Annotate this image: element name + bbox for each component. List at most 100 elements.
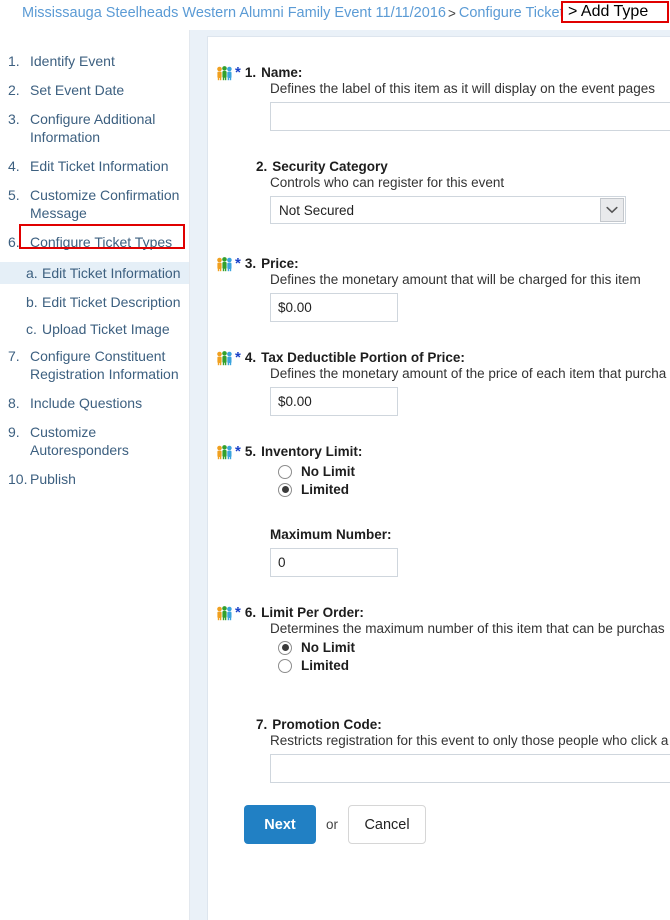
promotion-code-input[interactable] xyxy=(270,754,670,783)
limit-per-order-option-no-limit[interactable]: No Limit xyxy=(278,640,670,655)
sidebar-item-customize-autoresponders[interactable]: 9. Customize Autoresponders xyxy=(0,423,189,459)
field-label: Price: xyxy=(261,256,299,271)
radio-icon[interactable] xyxy=(278,464,292,479)
breadcrumb-separator: > xyxy=(447,5,456,21)
security-category-value: Not Secured xyxy=(279,202,355,218)
field-label: Name: xyxy=(261,65,303,80)
name-input[interactable] xyxy=(270,102,670,131)
radio-icon[interactable] xyxy=(278,658,292,673)
field-number: 4. xyxy=(244,350,257,365)
radio-label: Limited xyxy=(301,658,350,673)
field-description: Restricts registration for this event to… xyxy=(270,733,669,748)
field-description: Controls who can register for this event xyxy=(270,175,505,190)
required-asterisk: * xyxy=(235,64,241,81)
sidebar-item-number: 8. xyxy=(8,395,20,411)
people-icon xyxy=(216,351,233,366)
field-number: 7. xyxy=(256,717,268,732)
field-label: Promotion Code: xyxy=(272,717,382,732)
sidebar-item-number: 2. xyxy=(8,82,20,98)
maximum-number-label: Maximum Number: xyxy=(270,527,392,542)
chevron-down-icon[interactable] xyxy=(600,198,624,222)
radio-icon-selected[interactable] xyxy=(278,640,292,655)
sidebar-item-number: 9. xyxy=(8,424,20,440)
sidebar-item-number: 10. xyxy=(8,471,28,487)
field-number: 1. xyxy=(244,65,257,80)
field-description: Defines the monetary amount that will be… xyxy=(270,272,641,287)
field-description: Determines the maximum number of this it… xyxy=(270,621,665,636)
field-inventory-limit: * 5. Inventory Limit: No Limit Limited M… xyxy=(208,444,670,577)
inventory-limit-option-limited[interactable]: Limited xyxy=(278,482,670,497)
maximum-number-input[interactable] xyxy=(270,548,398,577)
sidebar-item-publish[interactable]: 10. Publish xyxy=(0,470,189,488)
sidebar-item-number: 7. xyxy=(8,348,20,364)
wizard-sidebar: 1. Identify Event 2. Set Event Date 3. C… xyxy=(0,30,190,920)
sidebar-item-configure-ticket-types[interactable]: 6. Configure Ticket Types xyxy=(0,233,189,251)
breadcrumb-event-link[interactable]: Mississauga Steelheads Western Alumni Fa… xyxy=(22,5,446,21)
sidebar-item-edit-ticket-information[interactable]: 4. Edit Ticket Information xyxy=(0,157,189,175)
field-name: * 1. Name: Defines the label of this ite… xyxy=(208,65,670,131)
sidebar-item-label: Configure Additional Information xyxy=(30,111,156,145)
sidebar-item-number: 1. xyxy=(8,53,20,69)
tax-deductible-input[interactable] xyxy=(270,387,398,416)
sidebar-item-configure-additional-information[interactable]: 3. Configure Additional Information xyxy=(0,110,189,146)
sidebar-item-number: 5. xyxy=(8,187,20,203)
people-icon xyxy=(216,257,233,272)
sidebar-item-label: Include Questions xyxy=(30,395,143,411)
price-input[interactable] xyxy=(270,293,398,322)
next-button[interactable]: Next xyxy=(244,805,316,844)
sidebar-item-number: 6. xyxy=(8,234,20,250)
field-tax-deductible: * 4. Tax Deductible Portion of Price: De… xyxy=(208,350,670,416)
field-number: 3. xyxy=(244,256,257,271)
sidebar-item-label: Edit Ticket Information xyxy=(42,265,181,281)
sidebar-item-set-event-date[interactable]: 2. Set Event Date xyxy=(0,81,189,99)
field-label: Security Category xyxy=(272,159,388,174)
sidebar-item-number: b. xyxy=(26,294,38,310)
sidebar-item-edit-ticket-description[interactable]: b. Edit Ticket Description xyxy=(0,293,189,311)
sidebar-item-number: a. xyxy=(26,265,38,281)
limit-per-order-option-limited[interactable]: Limited xyxy=(278,658,670,673)
sidebar-item-number: 3. xyxy=(8,111,20,127)
field-limit-per-order: * 6. Limit Per Order: Determines the max… xyxy=(208,605,670,673)
radio-label: No Limit xyxy=(301,464,355,479)
sidebar-item-label: Edit Ticket Description xyxy=(42,294,181,310)
sidebar-item-upload-ticket-image[interactable]: c. Upload Ticket Image xyxy=(0,320,189,338)
main-panel-outer: * 1. Name: Defines the label of this ite… xyxy=(190,30,670,920)
breadcrumb-current-highlight: > Add Type xyxy=(561,1,669,23)
field-number: 6. xyxy=(244,605,257,620)
sidebar-item-edit-ticket-information-sub[interactable]: a. Edit Ticket Information xyxy=(0,262,189,284)
people-icon xyxy=(216,445,233,460)
sidebar-item-label: Upload Ticket Image xyxy=(42,321,170,337)
or-label: or xyxy=(326,817,339,832)
sidebar-item-label: Set Event Date xyxy=(30,82,125,98)
sidebar-item-label: Configure Constituent Registration Infor… xyxy=(30,348,179,382)
inventory-limit-option-no-limit[interactable]: No Limit xyxy=(278,464,670,479)
required-asterisk: * xyxy=(235,604,241,621)
required-asterisk: * xyxy=(235,255,241,272)
field-price: * 3. Price: Defines the monetary amount … xyxy=(208,256,670,322)
sidebar-item-include-questions[interactable]: 8. Include Questions xyxy=(0,394,189,412)
required-asterisk: * xyxy=(235,443,241,460)
field-number: 2. xyxy=(256,159,268,174)
sidebar-item-number: c. xyxy=(26,321,37,337)
sidebar-item-label: Configure Ticket Types xyxy=(30,234,173,250)
radio-icon-selected[interactable] xyxy=(278,482,292,497)
field-label: Inventory Limit: xyxy=(261,444,363,459)
required-asterisk: * xyxy=(235,349,241,366)
cancel-button[interactable]: Cancel xyxy=(348,805,427,844)
field-description: Defines the label of this item as it wil… xyxy=(270,81,655,96)
form-actions: Next or Cancel xyxy=(244,805,670,844)
sidebar-item-number: 4. xyxy=(8,158,20,174)
sidebar-item-customize-confirmation-message[interactable]: 5. Customize Confirmation Message xyxy=(0,186,189,222)
field-number: 5. xyxy=(244,444,257,459)
field-security-category: 2. Security Category Controls who can re… xyxy=(208,159,670,224)
sidebar-item-label: Customize Autoresponders xyxy=(30,424,129,458)
security-category-select[interactable]: Not Secured xyxy=(270,196,626,224)
radio-label: No Limit xyxy=(301,640,355,655)
sidebar-item-identify-event[interactable]: 1. Identify Event xyxy=(0,52,189,70)
sidebar-item-configure-constituent-registration-information[interactable]: 7. Configure Constituent Registration In… xyxy=(0,347,189,383)
field-promotion-code: 7. Promotion Code: Restricts registratio… xyxy=(208,717,670,783)
people-icon xyxy=(216,66,233,81)
field-label: Limit Per Order: xyxy=(261,605,364,620)
people-icon xyxy=(216,606,233,621)
sidebar-item-label: Identify Event xyxy=(30,53,115,69)
